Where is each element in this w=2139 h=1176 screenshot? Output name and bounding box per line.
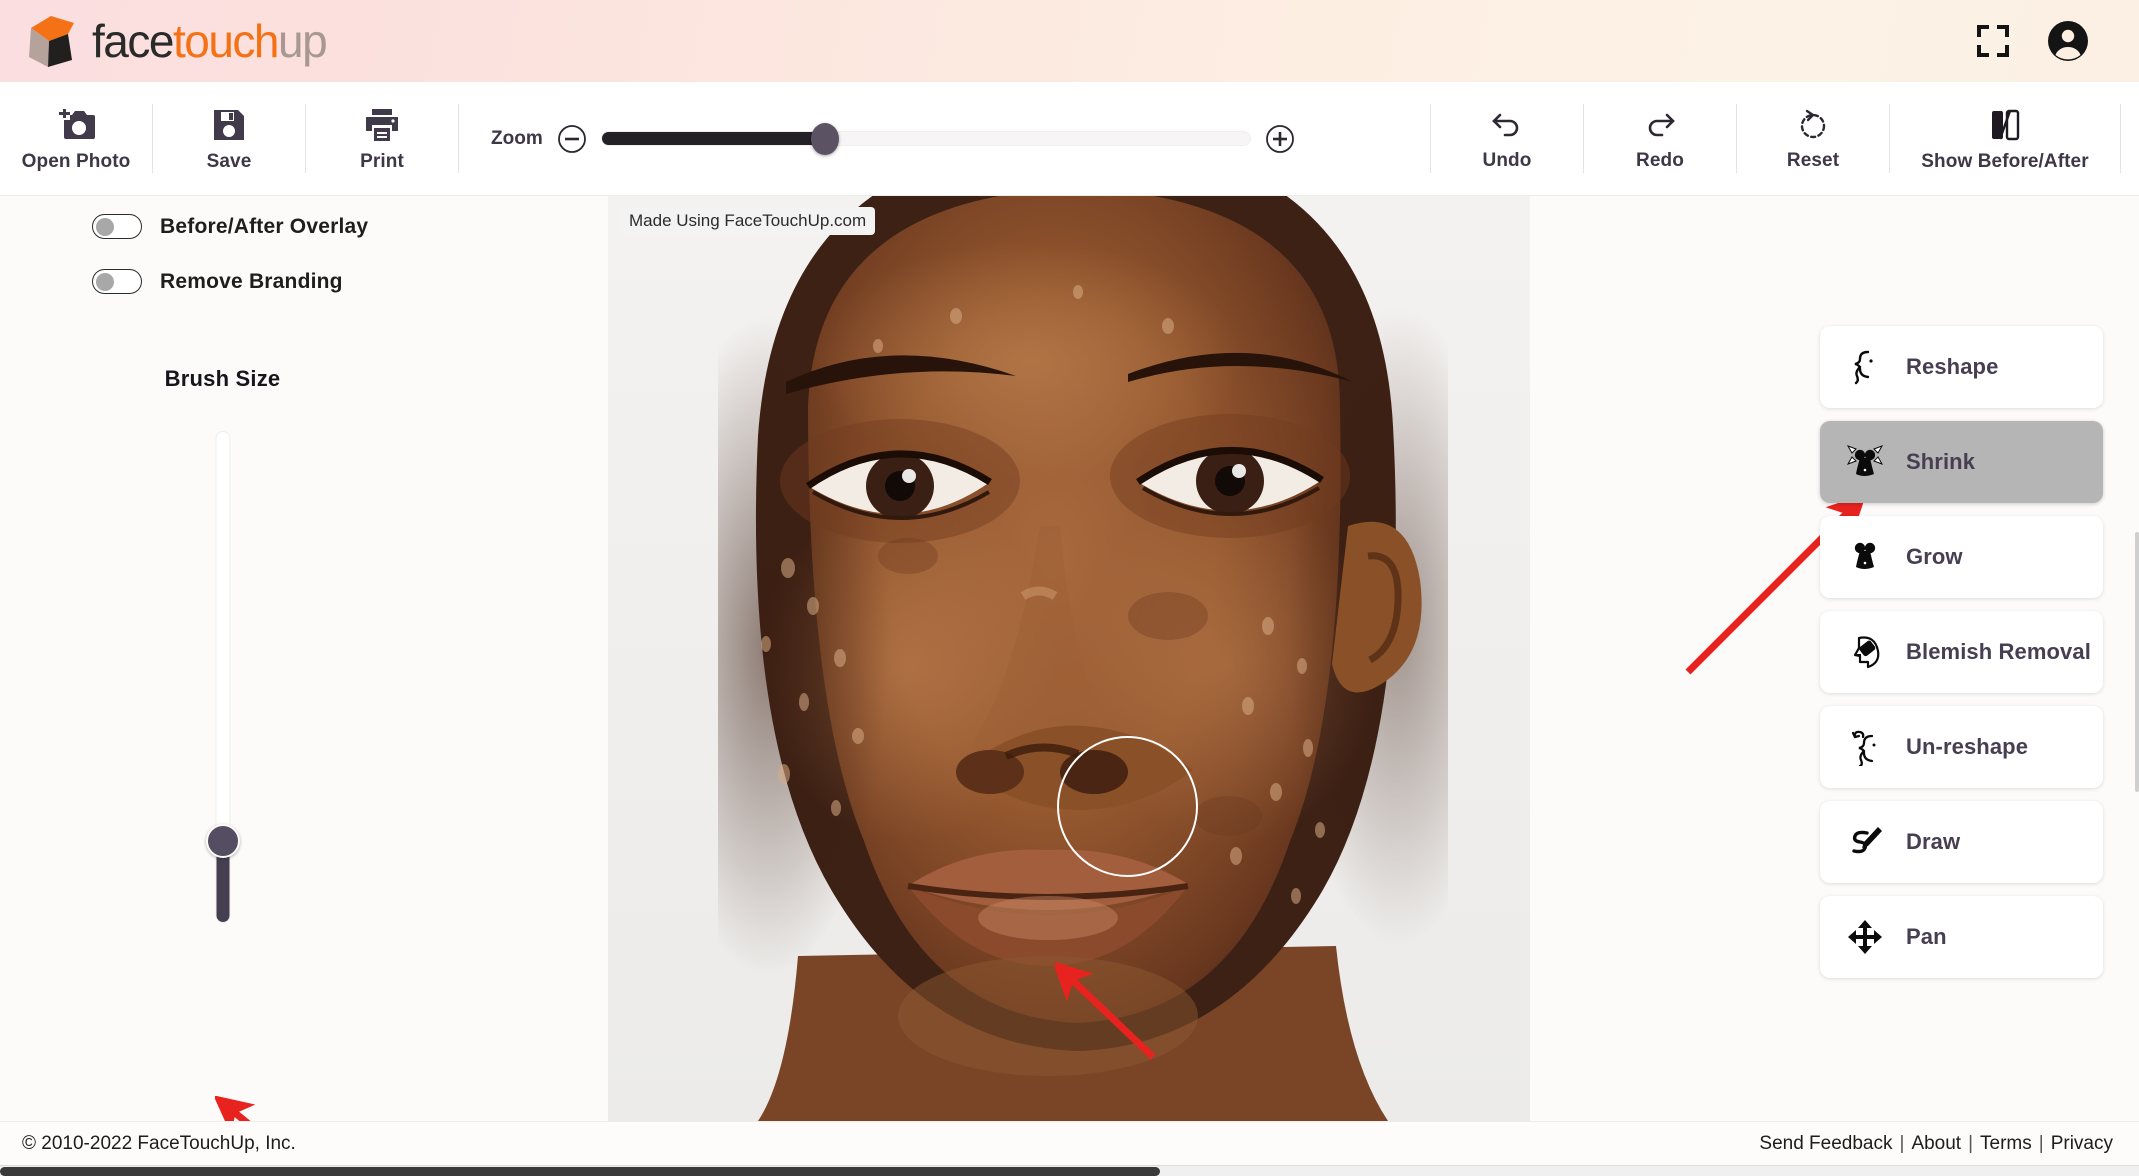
save-floppy-icon <box>214 110 244 140</box>
tool-shrink-label: Shrink <box>1906 449 1976 474</box>
tool-blemish-removal[interactable]: Blemish Removal <box>1820 611 2103 693</box>
main-toolbar: Open Photo Save Print Zoom Undo Redo Res… <box>0 82 2139 196</box>
un-reshape-face-icon <box>1846 728 1884 766</box>
zoom-control-group: Zoom <box>459 82 1315 195</box>
toolbar-right-group: Undo Redo Reset Show Before/After <box>1430 82 2139 195</box>
tool-un-reshape-label: Un-reshape <box>1906 734 2029 759</box>
watermark-badge: Made Using FaceTouchUp.com <box>620 207 876 235</box>
page-horizontal-scrollbar[interactable] <box>0 1165 2139 1176</box>
footer-separator: | <box>1899 1132 1905 1154</box>
undo-label: Undo <box>1482 150 1532 171</box>
tool-grow[interactable]: Grow <box>1820 516 2103 598</box>
app-header: facetouchup <box>0 0 2139 82</box>
portrait-photo <box>608 196 1530 1121</box>
remove-branding-label: Remove Branding <box>160 269 343 293</box>
open-photo-button[interactable]: Open Photo <box>0 82 152 195</box>
before-after-overlay-label: Before/After Overlay <box>160 214 369 238</box>
brand-wordmark: facetouchup <box>92 15 328 67</box>
app-footer: © 2010-2022 FaceTouchUp, Inc. Send Feedb… <box>0 1121 2139 1165</box>
print-button[interactable]: Print <box>306 82 458 195</box>
logo-part-face: face <box>92 15 174 67</box>
tool-draw[interactable]: Draw <box>1820 801 2103 883</box>
remove-branding-row: Remove Branding <box>92 269 590 294</box>
brush-circle-cursor <box>1057 736 1198 877</box>
brand-logo[interactable]: facetouchup <box>24 12 328 70</box>
fullscreen-icon[interactable] <box>1975 23 2011 59</box>
draw-pencil-icon <box>1846 823 1884 861</box>
brush-slider-thumb[interactable] <box>206 823 240 858</box>
zoom-slider-fill <box>601 132 826 145</box>
logo-part-touch: touch <box>172 15 280 67</box>
grow-arrows-icon <box>1846 538 1884 576</box>
show-before-after-button[interactable]: Show Before/After <box>1890 82 2120 195</box>
copyright-text: © 2010-2022 FaceTouchUp, Inc. <box>22 1132 296 1154</box>
zoom-out-circle-icon[interactable] <box>557 124 587 154</box>
before-after-overlay-toggle[interactable] <box>92 214 142 239</box>
tool-draw-label: Draw <box>1906 829 1961 854</box>
header-actions <box>1975 20 2111 62</box>
reset-label: Reset <box>1786 150 1840 171</box>
pan-move-icon <box>1846 918 1884 956</box>
footer-link-privacy[interactable]: Privacy <box>2051 1133 2113 1155</box>
left-options-panel: Before/After Overlay Remove Branding Bru… <box>0 196 590 1176</box>
show-before-after-label: Show Before/After <box>1921 151 2089 172</box>
zoom-slider[interactable] <box>600 122 1251 155</box>
tools-panel: Reshape Shrink Grow Blemish Removal Un-r… <box>1820 326 2103 978</box>
toolbar-divider <box>2120 104 2121 173</box>
page-vertical-scrollbar[interactable] <box>2133 392 2139 1176</box>
footer-separator: | <box>2038 1132 2044 1154</box>
editor-main: Before/After Overlay Remove Branding Bru… <box>0 196 2139 1176</box>
shrink-arrows-icon <box>1846 443 1884 481</box>
facetouchup-editor-app: facetouchup Open Photo Save Print Zoom U… <box>0 0 2139 1176</box>
tool-reshape-label: Reshape <box>1906 354 1999 379</box>
redo-label: Redo <box>1636 150 1684 171</box>
printer-icon <box>366 109 398 141</box>
logo-part-up: up <box>277 15 328 67</box>
footer-links: Send Feedback | About | Terms | Privacy <box>1759 1133 2113 1155</box>
tool-pan[interactable]: Pan <box>1820 896 2103 978</box>
tool-grow-label: Grow <box>1906 544 1963 569</box>
account-avatar-icon[interactable] <box>2047 20 2089 62</box>
toggle-knob <box>96 217 114 236</box>
blemish-eraser-icon <box>1846 633 1884 671</box>
save-label: Save <box>206 151 252 172</box>
brush-size-title: Brush Size <box>164 366 281 391</box>
tool-reshape[interactable]: Reshape <box>1820 326 2103 408</box>
camera-plus-icon <box>59 109 95 139</box>
redo-arrow-icon <box>1648 113 1675 137</box>
redo-button[interactable]: Redo <box>1584 82 1736 195</box>
tool-pan-label: Pan <box>1906 924 1947 949</box>
facetouchup-cube-logo-icon <box>24 12 80 70</box>
reset-button[interactable]: Reset <box>1737 82 1889 195</box>
vertical-scrollbar-thumb[interactable] <box>2135 532 2139 792</box>
before-after-overlay-row: Before/After Overlay <box>92 214 590 239</box>
footer-link-send-feedback[interactable]: Send Feedback <box>1759 1133 1892 1155</box>
zoom-label: Zoom <box>491 127 543 149</box>
tool-un-reshape[interactable]: Un-reshape <box>1820 706 2103 788</box>
print-label: Print <box>360 151 404 172</box>
save-button[interactable]: Save <box>153 82 305 195</box>
brush-size-slider[interactable] <box>203 432 243 922</box>
zoom-in-circle-icon[interactable] <box>1265 124 1295 154</box>
footer-link-about[interactable]: About <box>1911 1133 1961 1155</box>
open-photo-label: Open Photo <box>21 151 131 172</box>
horizontal-scrollbar-thumb[interactable] <box>0 1167 1160 1176</box>
undo-button[interactable]: Undo <box>1431 82 1583 195</box>
zoom-slider-thumb[interactable] <box>811 122 840 155</box>
before-after-split-icon <box>1992 109 2020 141</box>
remove-branding-toggle[interactable] <box>92 269 142 294</box>
photo-canvas[interactable]: Made Using FaceTouchUp.com <box>608 196 1530 1121</box>
toggle-knob <box>96 272 114 291</box>
undo-arrow-icon <box>1492 113 1519 137</box>
tool-shrink[interactable]: Shrink <box>1820 421 2103 503</box>
footer-link-terms[interactable]: Terms <box>1980 1133 2032 1155</box>
reshape-face-icon <box>1846 348 1884 386</box>
tool-blemish-removal-label: Blemish Removal <box>1906 639 2091 664</box>
footer-separator: | <box>1968 1132 1974 1154</box>
reset-circular-icon <box>1800 109 1826 139</box>
